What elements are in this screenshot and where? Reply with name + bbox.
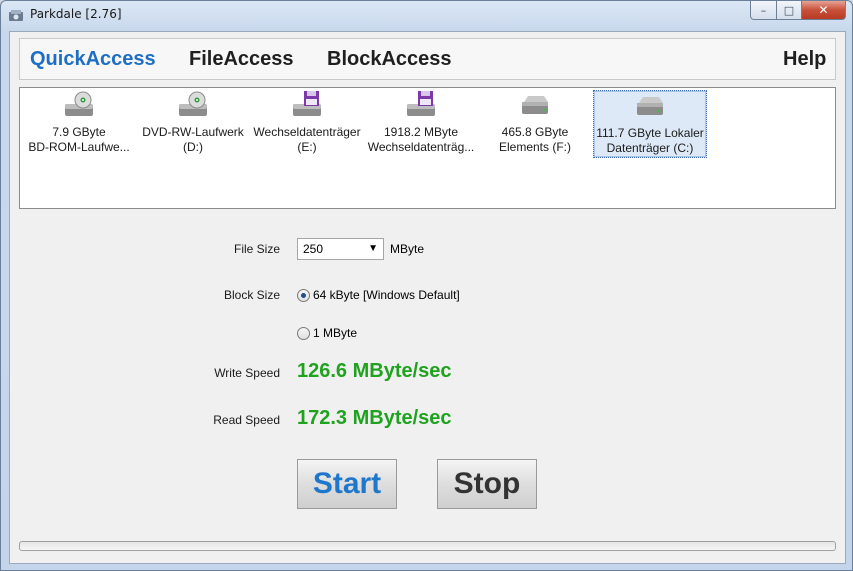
- optical-drive-icon: [65, 91, 93, 116]
- write-speed-value: 126.6 MByte/sec: [297, 360, 452, 382]
- dropdown-arrow-icon: ▼: [368, 243, 378, 254]
- block-option-label: 1 MByte: [313, 326, 358, 340]
- radio-unselected-icon[interactable]: [297, 326, 310, 340]
- file-size-label: File Size: [233, 242, 280, 256]
- drive-label-line1: Wechseldatenträger: [253, 125, 361, 139]
- minimize-icon: –: [760, 3, 767, 17]
- file-size-value: 250: [303, 242, 324, 256]
- tab-help[interactable]: Help: [783, 48, 826, 71]
- title-bar[interactable]: Parkdale [2.76] – □ ✕: [1, 1, 852, 29]
- drive-label-line1: 111.7 GByte Lokaler: [596, 126, 704, 140]
- drive-label-line2: Datenträger (C:): [606, 141, 694, 155]
- drive-label-line1: 1918.2 MByte: [383, 125, 459, 139]
- optical-drive-icon: [179, 91, 207, 116]
- start-button[interactable]: Start: [297, 459, 397, 509]
- drive-item-selected[interactable]: 111.7 GByte Lokaler Datenträger (C:): [593, 90, 707, 158]
- file-size-select[interactable]: 250 ▼: [297, 238, 384, 260]
- drive-item[interactable]: 465.8 GByte Elements (F:): [479, 90, 591, 156]
- hard-drive-icon: [637, 97, 663, 115]
- tab-quickaccess[interactable]: QuickAccess: [30, 48, 156, 71]
- block-size-option-64k[interactable]: 64 kByte [Windows Default]: [297, 288, 460, 302]
- maximize-icon: □: [783, 3, 795, 17]
- read-speed-label: Read Speed: [213, 413, 280, 427]
- block-size-label: Block Size: [223, 288, 280, 302]
- drive-label-line2: Elements (F:): [498, 140, 571, 154]
- menu-bar: QuickAccess FileAccess BlockAccess Help: [19, 38, 836, 80]
- window-controls: – □ ✕: [750, 1, 846, 21]
- window-title: Parkdale [2.76]: [30, 7, 122, 21]
- tab-fileaccess[interactable]: FileAccess: [189, 48, 294, 71]
- drive-label-line2: (E:): [297, 140, 317, 154]
- write-speed-label: Write Speed: [214, 366, 280, 380]
- app-window: Parkdale [2.76] – □ ✕ QuickAccess FileAc…: [0, 0, 853, 571]
- progress-bar: [19, 541, 836, 551]
- hard-drive-icon: [522, 96, 548, 114]
- drive-item[interactable]: 7.9 GByte BD-ROM-Laufwe...: [23, 90, 135, 156]
- drive-label-line1: 7.9 GByte: [52, 125, 106, 139]
- block-size-option-1m[interactable]: 1 MByte: [297, 326, 357, 340]
- drive-label-line1: 465.8 GByte: [501, 125, 569, 139]
- drive-label-line2: BD-ROM-Laufwe...: [28, 140, 130, 154]
- removable-drive-icon: [293, 91, 321, 116]
- stop-button[interactable]: Stop: [437, 459, 537, 509]
- drive-list: 7.9 GByte BD-ROM-Laufwe... DVD-RW-Laufwe…: [19, 87, 836, 209]
- app-icon: [9, 10, 23, 21]
- drive-label-line2: Wechseldatenträg...: [367, 140, 475, 154]
- radio-selected-icon[interactable]: [297, 288, 310, 302]
- block-option-label: 64 kByte [Windows Default]: [313, 288, 460, 302]
- drive-item[interactable]: Wechseldatenträger (E:): [251, 90, 363, 156]
- drive-item[interactable]: DVD-RW-Laufwerk (D:): [137, 90, 249, 156]
- maximize-button[interactable]: □: [777, 1, 802, 20]
- close-icon: ✕: [818, 3, 829, 17]
- removable-drive-icon: [407, 91, 435, 116]
- read-speed-value: 172.3 MByte/sec: [297, 407, 452, 429]
- drive-label-line1: DVD-RW-Laufwerk: [142, 125, 244, 139]
- file-size-unit: MByte: [390, 242, 425, 256]
- drive-label-line2: (D:): [183, 140, 203, 154]
- client-area: QuickAccess FileAccess BlockAccess Help …: [9, 31, 846, 564]
- close-button[interactable]: ✕: [802, 1, 846, 20]
- tab-blockaccess[interactable]: BlockAccess: [327, 48, 452, 71]
- minimize-button[interactable]: –: [750, 1, 777, 20]
- drive-item[interactable]: 1918.2 MByte Wechseldatenträg...: [365, 90, 477, 156]
